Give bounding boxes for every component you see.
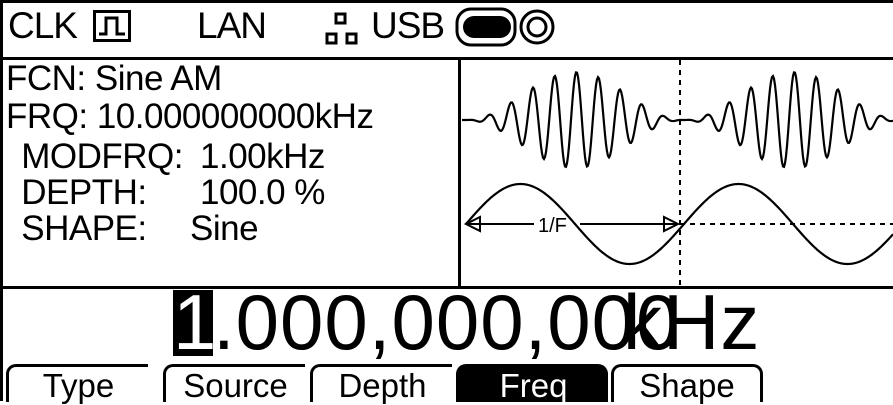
function-line: FCN: Sine AM [6, 59, 222, 98]
softkey-source-label: Source [183, 367, 288, 404]
cursor-digit[interactable]: 1 [173, 280, 216, 364]
value-digits: .000,000,000 [213, 278, 681, 366]
softkey-shape[interactable]: Shape [611, 364, 763, 404]
softkey-freq[interactable]: Freq [456, 364, 608, 404]
usb-label: USB [371, 5, 445, 46]
frequency-entry[interactable]: 1 .000,000,000 kHz [0, 280, 893, 364]
frequency-line: FRQ: 10.000000000kHz [6, 97, 374, 136]
usb-stick-icon [455, 7, 555, 47]
am-carrier-trace [462, 71, 893, 169]
depth-label: DEPTH: [12, 173, 147, 212]
period-marker-label: 1/F [538, 215, 567, 237]
modfrq-label: MODFRQ: [12, 137, 183, 176]
waveform-preview: 1/F [462, 60, 893, 286]
softkey-bar: Type Source Depth Freq Shape [0, 360, 893, 404]
function-generator-display: CLK LAN USB FCN: Sine AM FRQ: 10.0000000… [0, 0, 893, 404]
lan-label: LAN [197, 5, 267, 46]
depth-value: 100.0 % [200, 173, 325, 212]
modfrq-value: 1.00kHz [200, 137, 325, 176]
value-unit: kHz [623, 278, 761, 366]
network-icon [325, 12, 358, 45]
square-wave-icon [93, 10, 131, 42]
panel-divider [458, 57, 461, 288]
softkey-type[interactable]: Type [6, 364, 148, 404]
clk-label: CLK [8, 5, 78, 46]
parameter-panel: FCN: Sine AM FRQ: 10.000000000kHz MODFRQ… [6, 58, 456, 288]
softkey-shape-label: Shape [639, 367, 735, 404]
status-bar: CLK LAN USB [0, 0, 893, 60]
softkey-depth[interactable]: Depth [310, 364, 452, 404]
softkey-type-label: Type [42, 367, 115, 404]
shape-label: SHAPE: [12, 209, 147, 248]
softkey-source[interactable]: Source [163, 364, 305, 404]
softkey-freq-label: Freq [499, 367, 568, 404]
shape-value: Sine [190, 209, 259, 248]
softkey-depth-label: Depth [338, 367, 427, 404]
